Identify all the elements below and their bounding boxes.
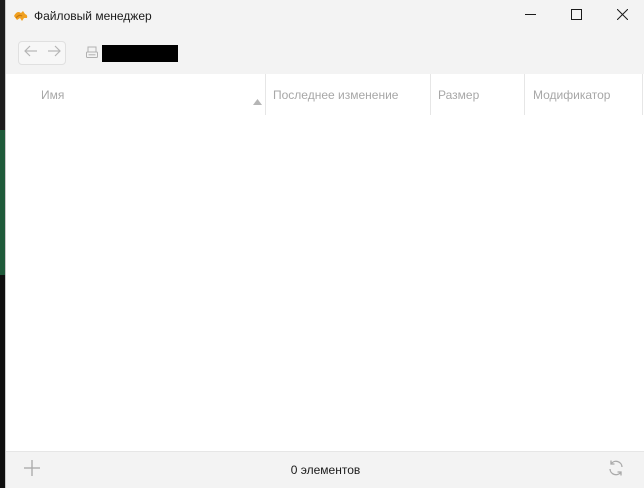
column-header-name[interactable]: Имя xyxy=(41,74,265,115)
toolbar xyxy=(6,32,644,74)
column-header-modifier[interactable]: Модификатор xyxy=(533,74,643,115)
minimize-icon xyxy=(524,7,536,25)
close-button[interactable] xyxy=(599,0,644,32)
column-header-modified[interactable]: Последнее изменение xyxy=(273,74,433,115)
file-manager-window: Файловый менеджер Имя Последнее изменени… xyxy=(5,0,644,488)
close-icon xyxy=(616,7,628,25)
title-bar[interactable]: Файловый менеджер xyxy=(6,0,644,32)
arrow-left-icon xyxy=(23,44,38,62)
maximize-icon xyxy=(570,7,582,25)
current-path[interactable] xyxy=(102,45,178,62)
status-bar: 0 элементов xyxy=(6,451,644,488)
maximize-button[interactable] xyxy=(553,0,599,32)
item-count: 0 элементов xyxy=(290,463,361,477)
arrow-right-icon xyxy=(47,44,61,62)
minimize-button[interactable] xyxy=(507,0,553,32)
navigation-buttons xyxy=(18,41,66,65)
column-divider[interactable] xyxy=(430,74,431,115)
window-title: Файловый менеджер xyxy=(34,9,152,23)
file-manager-app-icon xyxy=(13,9,29,23)
column-divider[interactable] xyxy=(265,74,266,115)
column-divider[interactable] xyxy=(524,74,525,115)
column-divider[interactable] xyxy=(642,74,643,115)
refresh-icon xyxy=(607,459,625,482)
file-list[interactable] xyxy=(6,115,644,451)
column-header-size[interactable]: Размер xyxy=(438,74,528,115)
back-button[interactable] xyxy=(19,42,42,64)
sort-ascending-icon[interactable] xyxy=(253,92,262,105)
refresh-button[interactable] xyxy=(606,460,626,480)
drive-icon xyxy=(85,45,99,59)
table-header: Имя Последнее изменение Размер Модификат… xyxy=(6,74,644,115)
plus-icon xyxy=(24,459,40,481)
add-button[interactable] xyxy=(22,459,42,481)
forward-button[interactable] xyxy=(42,42,65,64)
